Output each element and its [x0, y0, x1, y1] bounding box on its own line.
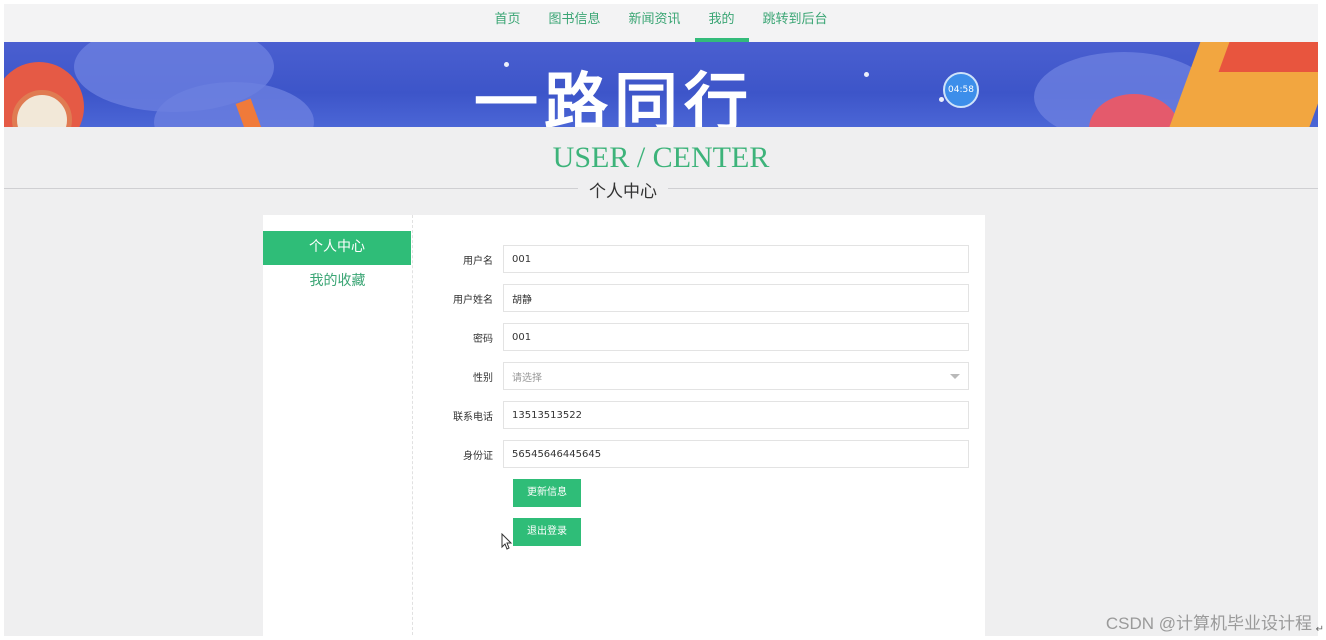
banner: 一路同行 04:58	[4, 42, 1318, 127]
sidebar-item-favorites[interactable]: 我的收藏	[263, 265, 412, 299]
star-icon	[939, 97, 944, 102]
logout-button[interactable]: 退出登录	[513, 518, 581, 546]
watermark: CSDN @计算机毕业设计程	[1105, 614, 1312, 633]
update-info-button[interactable]: 更新信息	[513, 479, 581, 507]
username-label: 用户名	[463, 255, 493, 267]
book-icon	[1218, 42, 1318, 72]
password-input[interactable]	[503, 323, 969, 351]
phone-input[interactable]	[503, 401, 969, 429]
form-row-password: 密码	[423, 323, 969, 351]
nav-mine[interactable]: 我的	[694, 4, 749, 42]
realname-input[interactable]	[503, 284, 969, 312]
idcard-input[interactable]	[503, 440, 969, 468]
nav-books[interactable]: 图书信息	[534, 4, 614, 42]
profile-form: 用户名 用户姓名 密码 性别 请选择 联系电话	[423, 245, 969, 546]
form-row-gender: 性别 请选择	[423, 362, 969, 390]
nav-home[interactable]: 首页	[480, 4, 534, 42]
form-row-phone: 联系电话	[423, 401, 969, 429]
return-mark-icon: ↵	[1315, 624, 1324, 635]
realname-label: 用户姓名	[453, 294, 493, 306]
top-nav: 首页 图书信息 新闻资讯 我的 跳转到后台	[4, 4, 1318, 42]
sidebar-item-profile[interactable]: 个人中心	[263, 231, 411, 265]
user-center-card: 个人中心 我的收藏 用户名 用户姓名 密码 性别 请选择	[263, 215, 985, 636]
page-subtitle: 个人中心	[578, 177, 668, 202]
sidebar: 个人中心 我的收藏	[263, 215, 413, 636]
mouse-cursor-icon	[501, 533, 513, 550]
page: 首页 图书信息 新闻资讯 我的 跳转到后台 一路同行 04:58 USER / …	[4, 4, 1318, 636]
gender-label: 性别	[473, 372, 493, 384]
idcard-label: 身份证	[463, 450, 493, 462]
username-input[interactable]	[503, 245, 969, 273]
page-title: USER / CENTER	[552, 141, 770, 174]
form-row-realname: 用户姓名	[423, 284, 969, 312]
star-icon	[864, 72, 869, 77]
phone-label: 联系电话	[453, 411, 493, 423]
form-row-idcard: 身份证	[423, 440, 969, 468]
gender-select[interactable]: 请选择	[503, 362, 969, 390]
gender-select-placeholder: 请选择	[512, 372, 542, 384]
banner-title: 一路同行	[474, 67, 754, 127]
timer-badge[interactable]: 04:58	[943, 72, 979, 108]
chevron-down-icon	[950, 373, 960, 379]
nav-admin[interactable]: 跳转到后台	[749, 4, 842, 42]
form-row-username: 用户名	[423, 245, 969, 273]
password-label: 密码	[473, 333, 493, 345]
nav-news[interactable]: 新闻资讯	[614, 4, 694, 42]
